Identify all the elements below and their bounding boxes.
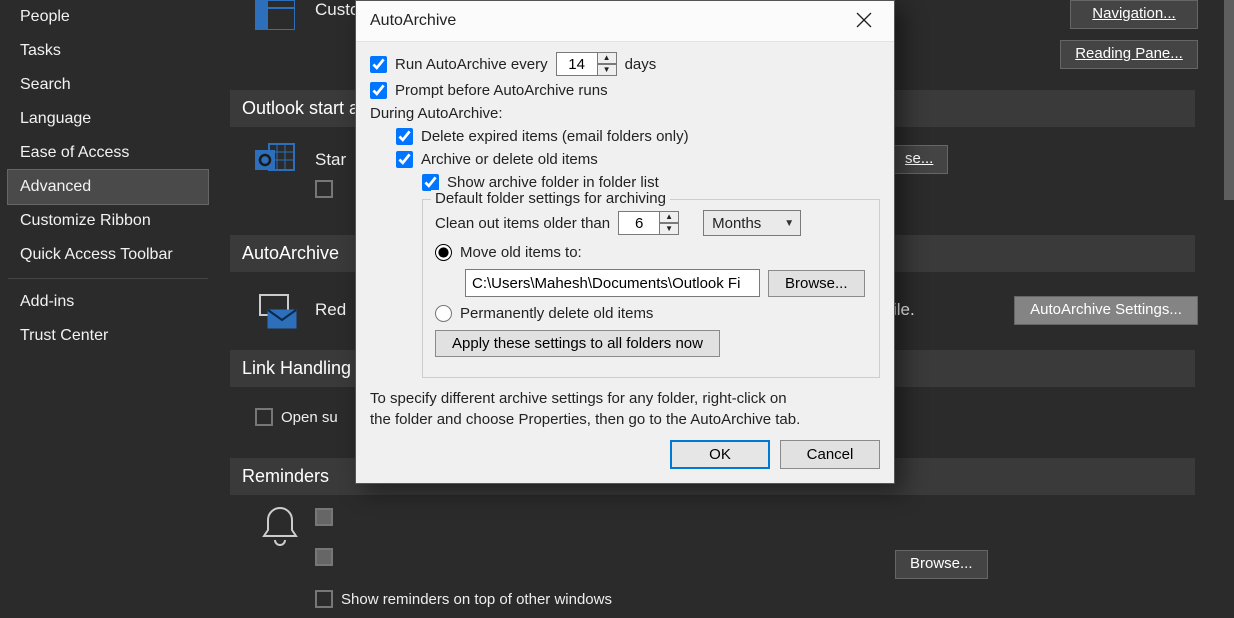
sidebar-item-add-ins[interactable]: Add-ins — [8, 285, 208, 319]
sidebar-item-quick-access-toolbar[interactable]: Quick Access Toolbar — [8, 238, 208, 272]
permanently-delete-label: Permanently delete old items — [460, 305, 653, 322]
clean-out-spin-up[interactable]: ▲ — [659, 211, 679, 223]
autoarchive-label-fragment-left: Red — [315, 300, 346, 320]
help-text: To specify different archive settings fo… — [370, 388, 880, 430]
outlook-icon — [255, 140, 300, 183]
archive-delete-checkbox[interactable] — [396, 151, 413, 168]
clean-out-value-input[interactable] — [618, 211, 660, 235]
cancel-button[interactable]: Cancel — [780, 440, 880, 469]
days-label: days — [625, 56, 657, 73]
vertical-scrollbar[interactable] — [1224, 0, 1234, 200]
run-autoarchive-label: Run AutoArchive every — [395, 56, 548, 73]
permanently-delete-radio[interactable] — [435, 305, 452, 322]
sidebar-item-trust-center[interactable]: Trust Center — [8, 319, 208, 353]
autoarchive-settings-button[interactable]: AutoArchive Settings... — [1014, 296, 1198, 325]
move-old-items-label: Move old items to: — [460, 244, 582, 261]
panes-icon — [255, 0, 295, 33]
archive-icon — [255, 290, 300, 333]
move-old-items-radio[interactable] — [435, 244, 452, 261]
delete-expired-label: Delete expired items (email folders only… — [421, 128, 689, 145]
sidebar-item-search[interactable]: Search — [8, 68, 208, 102]
delete-expired-checkbox[interactable] — [396, 128, 413, 145]
archive-path-input[interactable] — [465, 269, 760, 297]
clean-out-spin-down[interactable]: ▼ — [659, 223, 679, 235]
show-reminders-top-label: Show reminders on top of other windows — [341, 591, 612, 608]
dialog-titlebar: AutoArchive — [356, 1, 894, 41]
days-spin-down[interactable]: ▼ — [597, 64, 617, 76]
reminders-checkbox-1[interactable] — [315, 508, 333, 526]
sidebar-item-customize-ribbon[interactable]: Customize Ribbon — [8, 204, 208, 238]
during-autoarchive-label: During AutoArchive: — [370, 105, 503, 122]
sidebar-item-language[interactable]: Language — [8, 102, 208, 136]
fieldset-legend: Default folder settings for archiving — [431, 190, 670, 207]
default-folder-fieldset: Default folder settings for archiving Cl… — [422, 199, 880, 378]
prompt-before-label: Prompt before AutoArchive runs — [395, 82, 608, 99]
run-autoarchive-checkbox[interactable] — [370, 56, 387, 73]
ok-button[interactable]: OK — [670, 440, 770, 469]
clean-out-unit-value: Months — [712, 215, 761, 232]
help-line-1: To specify different archive settings fo… — [370, 390, 787, 407]
browse-button[interactable]: Browse... — [768, 270, 865, 297]
chevron-down-icon: ▼ — [784, 218, 794, 229]
reading-pane-button[interactable]: Reading Pane... — [1060, 40, 1198, 69]
open-supported-label-fragment: Open su — [281, 409, 338, 426]
help-line-2: the folder and choose Properties, then g… — [370, 411, 800, 428]
archive-delete-label: Archive or delete old items — [421, 151, 598, 168]
clean-out-label: Clean out items older than — [435, 215, 610, 232]
show-reminders-top-checkbox[interactable]: Show reminders on top of other windows — [315, 590, 612, 608]
reminders-checkbox-2[interactable] — [315, 548, 333, 566]
apply-all-folders-button[interactable]: Apply these settings to all folders now — [435, 330, 720, 357]
clean-out-unit-combobox[interactable]: Months ▼ — [703, 210, 801, 236]
navigation-button[interactable]: Navigation... — [1070, 0, 1198, 29]
bell-icon — [260, 504, 300, 553]
sidebar-item-tasks[interactable]: Tasks — [8, 34, 208, 68]
startup-label-fragment: Star — [315, 150, 346, 170]
dialog-title: AutoArchive — [370, 12, 456, 30]
startup-browse-button-fragment[interactable]: se... — [890, 145, 948, 174]
sidebar-item-advanced[interactable]: Advanced — [8, 170, 208, 204]
autoarchive-label-fragment-right: ile. — [893, 300, 915, 320]
close-button[interactable] — [842, 1, 886, 41]
close-icon — [856, 12, 872, 31]
days-spin-up[interactable]: ▲ — [597, 52, 617, 64]
show-archive-folder-label: Show archive folder in folder list — [447, 174, 659, 191]
sidebar-item-people[interactable]: People — [8, 0, 208, 34]
startup-checkbox-obscured[interactable] — [315, 180, 333, 198]
prompt-before-checkbox[interactable] — [370, 82, 387, 99]
show-archive-folder-checkbox[interactable] — [422, 174, 439, 191]
autoarchive-dialog: AutoArchive Run AutoArchive every ▲ ▼ d — [355, 0, 895, 484]
reminders-browse-button[interactable]: Browse... — [895, 550, 988, 579]
sidebar-item-ease-of-access[interactable]: Ease of Access — [8, 136, 208, 170]
run-every-days-input[interactable] — [556, 52, 598, 76]
sidebar-divider — [8, 278, 208, 279]
open-supported-checkbox[interactable]: Open su — [255, 408, 338, 426]
